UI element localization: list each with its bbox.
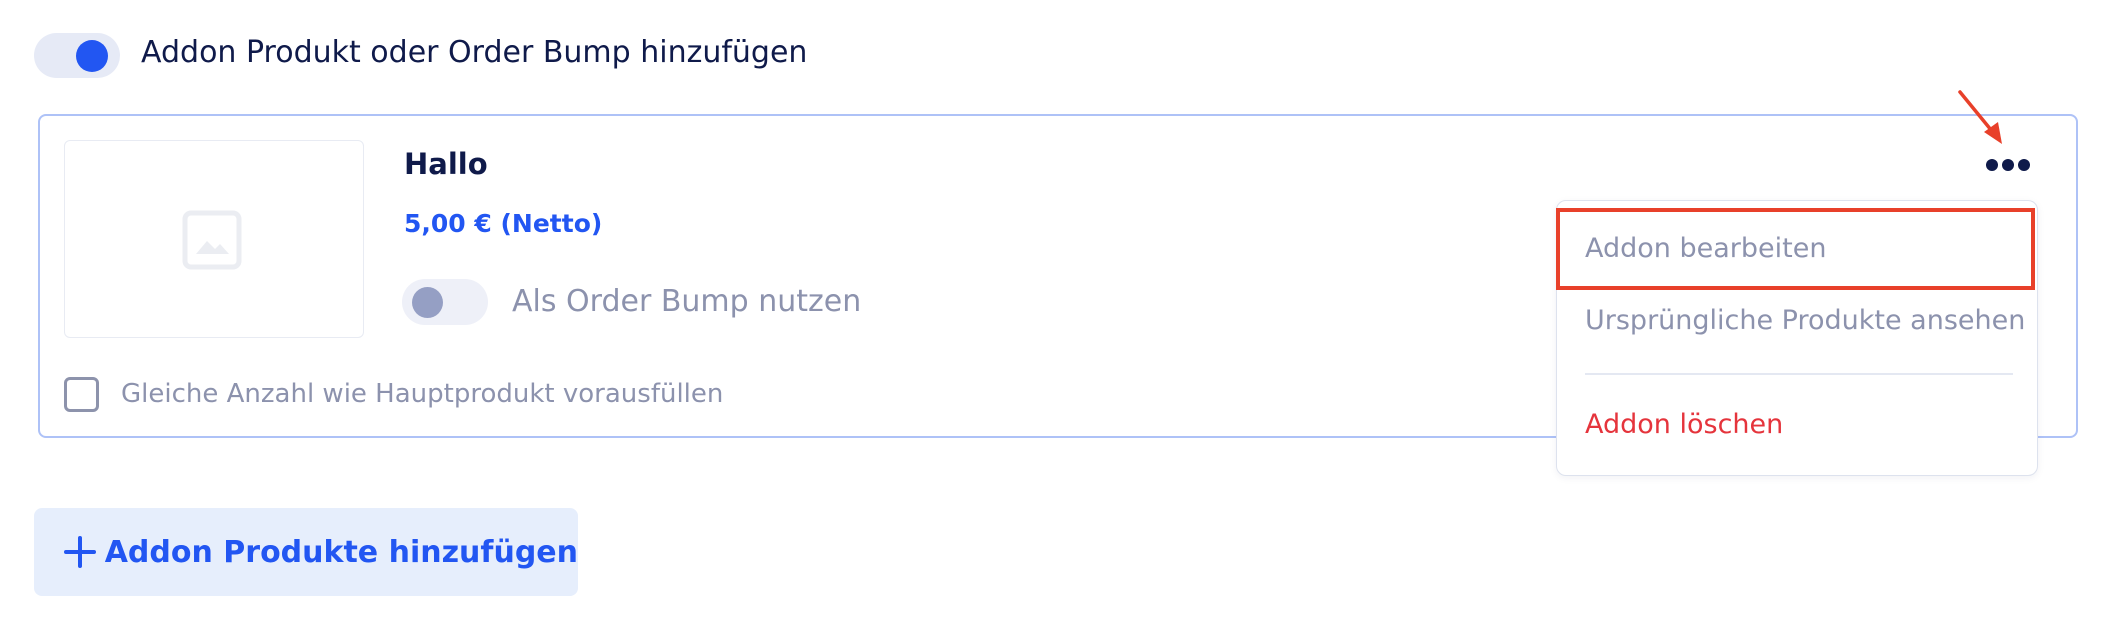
menu-item-view-original-products[interactable]: Ursprüngliche Produkte ansehen (1557, 303, 2037, 339)
menu-item-edit-addon[interactable]: Addon bearbeiten (1557, 231, 2037, 267)
toggle-knob (76, 40, 108, 72)
toggle-knob (412, 287, 443, 318)
more-horizontal-icon (1986, 159, 1998, 171)
image-placeholder-icon (182, 210, 242, 270)
annotation-arrow-icon (1958, 90, 2002, 144)
order-bump-toggle[interactable] (402, 279, 488, 325)
addon-toggle-label: Addon Produkt oder Order Bump hinzufügen (141, 35, 808, 70)
add-addon-products-button[interactable]: Addon Produkte hinzufügen (34, 508, 578, 596)
prefill-quantity-label: Gleiche Anzahl wie Hauptprodukt vorausfü… (121, 379, 724, 409)
add-addon-products-label: Addon Produkte hinzufügen (104, 534, 578, 570)
menu-item-delete-addon[interactable]: Addon löschen (1557, 407, 2037, 443)
prefill-quantity-checkbox[interactable] (64, 377, 99, 412)
addon-title: Hallo (404, 147, 488, 181)
addon-toggle[interactable] (34, 33, 120, 78)
more-options-button[interactable] (1982, 150, 2034, 180)
menu-divider (1585, 373, 2013, 375)
plus-icon (62, 534, 96, 570)
order-bump-label: Als Order Bump nutzen (512, 284, 862, 319)
addon-options-menu: Addon bearbeiten Ursprüngliche Produkte … (1556, 200, 2038, 476)
addon-price: 5,00 € (Netto) (404, 209, 603, 238)
